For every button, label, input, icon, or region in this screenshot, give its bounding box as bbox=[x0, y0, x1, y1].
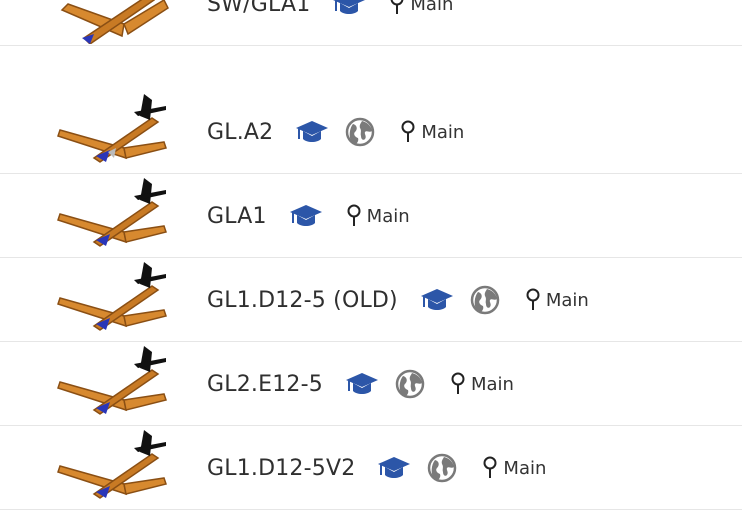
document-name[interactable]: GL1.D12-5 (OLD) bbox=[207, 288, 398, 313]
map-pin-icon bbox=[401, 120, 415, 142]
glider-model-icon[interactable] bbox=[54, 92, 172, 172]
glider-model-icon[interactable] bbox=[54, 260, 172, 340]
graduation-cap-icon bbox=[289, 205, 322, 226]
graduation-cap-icon bbox=[296, 121, 329, 142]
document-name[interactable]: GL2.E12-5 bbox=[207, 372, 323, 397]
document-name[interactable]: GL.A2 bbox=[207, 120, 273, 145]
document-row[interactable]: GL1.D12-5V2 Main bbox=[0, 426, 742, 510]
branch-name: Main bbox=[545, 289, 589, 311]
branch-name: Main bbox=[366, 205, 410, 227]
graduation-cap-icon bbox=[333, 0, 366, 14]
branch-name: Main bbox=[503, 457, 547, 479]
branch-label[interactable]: Main bbox=[524, 288, 589, 312]
branch-name: Main bbox=[410, 0, 454, 15]
branch-label[interactable]: Main bbox=[399, 120, 464, 144]
document-row[interactable]: SW/GLA1 Main bbox=[0, 0, 742, 46]
branch-name: Main bbox=[421, 121, 465, 143]
glider-model-icon[interactable] bbox=[54, 344, 172, 424]
document-row[interactable]: GL1.D12-5 (OLD) Main bbox=[0, 258, 742, 342]
globe-icon bbox=[346, 117, 375, 147]
document-name[interactable]: SW/GLA1 bbox=[207, 0, 310, 17]
branch-label[interactable]: Main bbox=[481, 456, 546, 480]
map-pin-icon bbox=[483, 456, 497, 478]
graduation-cap-icon bbox=[378, 457, 411, 478]
glider-model-icon[interactable] bbox=[54, 0, 172, 44]
glider-model-icon[interactable] bbox=[54, 176, 172, 256]
globe-icon bbox=[428, 453, 457, 483]
document-name[interactable]: GLA1 bbox=[207, 204, 267, 229]
document-row[interactable]: GLA1 Main bbox=[0, 174, 742, 258]
map-pin-icon bbox=[390, 0, 404, 14]
map-pin-icon bbox=[451, 372, 465, 394]
glider-model-icon[interactable] bbox=[54, 428, 172, 508]
map-pin-icon bbox=[526, 288, 540, 310]
branch-label[interactable]: Main bbox=[345, 204, 410, 228]
branch-label[interactable]: Main bbox=[388, 0, 453, 16]
document-name[interactable]: GL1.D12-5V2 bbox=[207, 456, 355, 481]
document-row[interactable]: GL.A2 Main bbox=[0, 90, 742, 174]
graduation-cap-icon bbox=[345, 373, 378, 394]
branch-label[interactable]: Main bbox=[449, 372, 514, 396]
map-pin-icon bbox=[347, 204, 361, 226]
graduation-cap-icon bbox=[420, 289, 453, 310]
document-row[interactable]: GL2.E12-5 Main bbox=[0, 342, 742, 426]
globe-icon bbox=[470, 285, 500, 315]
globe-icon bbox=[395, 369, 425, 399]
branch-name: Main bbox=[470, 373, 514, 395]
